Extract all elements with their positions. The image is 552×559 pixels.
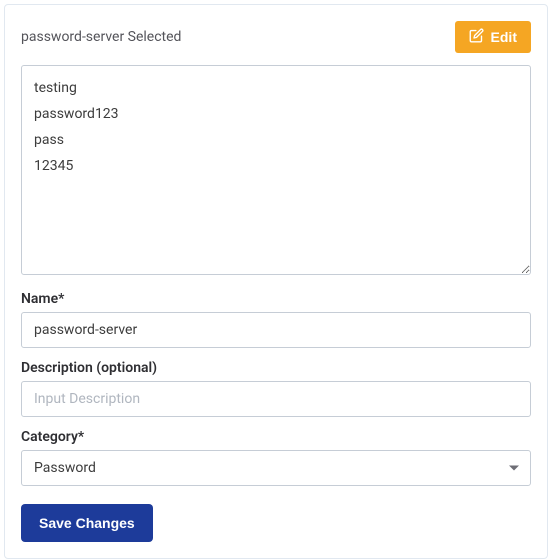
category-label: Category* — [21, 429, 531, 445]
edit-button-label: Edit — [491, 29, 517, 45]
name-input[interactable] — [21, 312, 531, 348]
category-field-group: Category* Password — [21, 429, 531, 486]
name-label: Name* — [21, 291, 531, 307]
content-textarea[interactable] — [21, 65, 531, 275]
description-label: Description (optional) — [21, 360, 531, 376]
editor-panel: password-server Selected Edit Name* Desc… — [4, 4, 548, 559]
category-select[interactable]: Password — [21, 450, 531, 486]
description-input[interactable] — [21, 381, 531, 417]
edit-button[interactable]: Edit — [455, 21, 531, 53]
name-field-group: Name* — [21, 291, 531, 348]
panel-title: password-server Selected — [21, 29, 181, 45]
save-changes-button[interactable]: Save Changes — [21, 504, 153, 542]
category-select-wrapper: Password — [21, 450, 531, 486]
edit-icon — [469, 28, 484, 46]
panel-header: password-server Selected Edit — [21, 21, 531, 53]
description-field-group: Description (optional) — [21, 360, 531, 417]
